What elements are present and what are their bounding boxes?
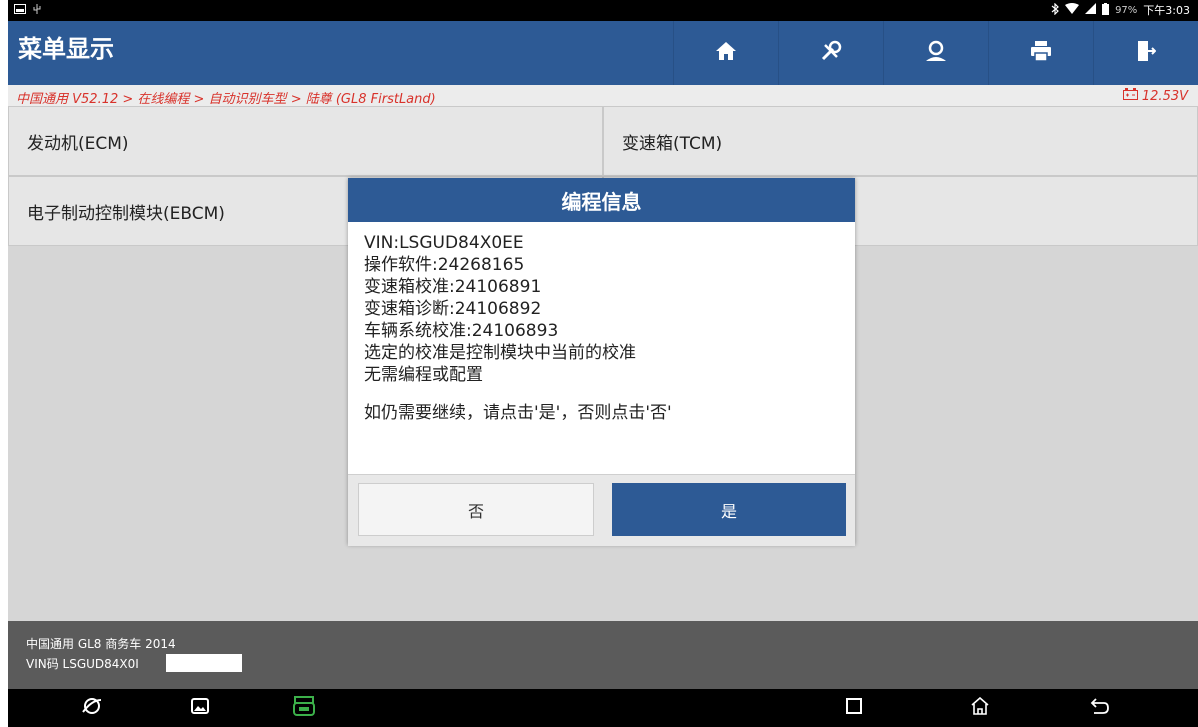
no-button[interactable]: 否	[358, 483, 594, 536]
print-button[interactable]	[988, 21, 1093, 85]
bluetooth-icon	[1051, 2, 1059, 18]
dialog-button-bar: 否 是	[348, 474, 855, 546]
exit-icon	[1136, 39, 1157, 67]
module-label: 发动机(ECM)	[27, 133, 129, 154]
app-window: 97% 下午3:03 菜单显示 中国通用 V52.12 > 在线编程 > 自动识…	[0, 0, 1198, 727]
user-button[interactable]	[883, 21, 988, 85]
user-icon	[924, 40, 948, 66]
home-nav-button[interactable]	[966, 695, 994, 721]
back-icon	[1090, 698, 1110, 718]
home-nav-icon	[970, 696, 990, 719]
back-button[interactable]	[1086, 695, 1114, 721]
clock: 下午3:03	[1143, 4, 1190, 17]
vehicle-vin: VIN码 LSGUD84X0I	[26, 657, 139, 671]
battery-voltage-icon	[1122, 88, 1138, 104]
exit-button[interactable]	[1093, 21, 1198, 85]
signal-icon	[1085, 3, 1097, 17]
module-item-tcm[interactable]: 变速箱(TCM)	[603, 106, 1198, 176]
gallery-button[interactable]	[186, 695, 214, 721]
app-header: 菜单显示	[8, 21, 1198, 85]
vci-button[interactable]	[290, 695, 318, 721]
printer-icon	[1030, 40, 1052, 66]
usb-icon	[32, 3, 42, 17]
dialog-line-no-programming: 无需编程或配置	[364, 365, 483, 385]
dialog-body: VIN:LSGUD84X0EE 操作软件:24268165 变速箱校准:2410…	[364, 232, 672, 424]
vin-redaction	[166, 654, 242, 672]
breadcrumb: 中国通用 V52.12 > 在线编程 > 自动识别车型 > 陆尊 (GL8 Fi…	[8, 85, 1198, 107]
page-title: 菜单显示	[18, 35, 114, 63]
wifi-icon	[1065, 3, 1080, 17]
module-item-ecm[interactable]: 发动机(ECM)	[8, 106, 603, 176]
gallery-icon	[191, 698, 209, 718]
programming-info-dialog: 编程信息 VIN:LSGUD84X0EE 操作软件:24268165 变速箱校准…	[348, 178, 855, 546]
voltage-readout: 12.53V	[1122, 88, 1188, 104]
yes-button[interactable]: 是	[612, 483, 846, 536]
module-label: 电子制动控制模块(EBCM)	[27, 203, 225, 224]
system-nav-bar	[8, 689, 1198, 727]
voltage-value: 12.53V	[1141, 88, 1188, 104]
status-bar: 97% 下午3:03	[8, 0, 1198, 21]
dialog-title: 编程信息	[348, 178, 855, 222]
dialog-line-status: 选定的校准是控制模块中当前的校准	[364, 343, 636, 363]
dialog-line-tcm-calibration: 变速箱校准:24106891	[364, 277, 542, 297]
battery-percent: 97%	[1115, 4, 1138, 16]
screenshot-icon	[14, 3, 26, 17]
breadcrumb-path: 中国通用 V52.12 > 在线编程 > 自动识别车型 > 陆尊 (GL8 Fi…	[16, 92, 436, 107]
vehicle-info-footer: 中国通用 GL8 商务车 2014 VIN码 LSGUD84X0I	[8, 621, 1198, 689]
vci-connector-icon	[292, 695, 316, 721]
tools-button[interactable]	[778, 21, 883, 85]
dialog-line-tcm-diagnostic: 变速箱诊断:24106892	[364, 299, 542, 319]
home-icon	[715, 41, 737, 65]
tools-icon	[819, 39, 843, 67]
browser-icon	[81, 696, 103, 720]
dialog-line-vin: VIN:LSGUD84X0EE	[364, 233, 524, 253]
dialog-prompt: 如仍需要继续，请点击'是'，否则点击'否'	[364, 403, 672, 423]
browser-button[interactable]	[78, 695, 106, 721]
battery-icon	[1102, 2, 1110, 18]
module-label: 变速箱(TCM)	[622, 133, 723, 154]
vehicle-name: 中国通用 GL8 商务车 2014	[26, 637, 176, 651]
recents-icon	[846, 698, 862, 718]
recents-button[interactable]	[840, 695, 868, 721]
home-button[interactable]	[673, 21, 778, 85]
dialog-line-software: 操作软件:24268165	[364, 255, 525, 275]
dialog-line-vehicle-calibration: 车辆系统校准:24106893	[364, 321, 559, 341]
